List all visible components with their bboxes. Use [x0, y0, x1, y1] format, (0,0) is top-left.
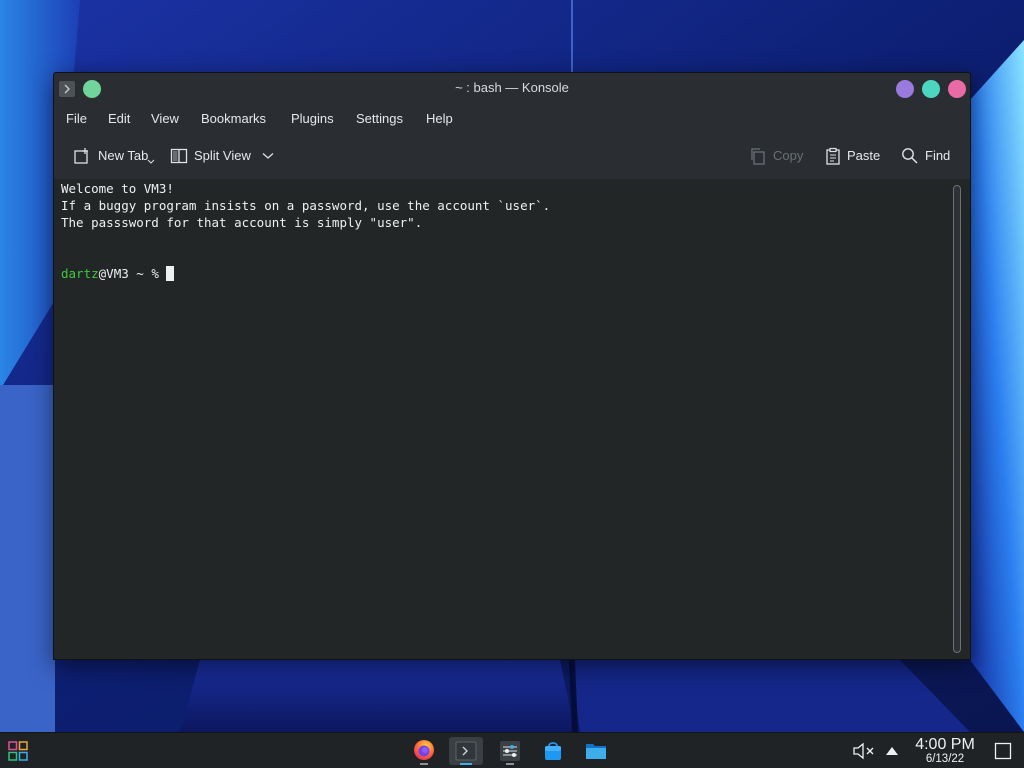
discover-store-icon — [545, 742, 561, 760]
system-settings-task-indicator — [506, 763, 514, 765]
paste-button[interactable]: Paste — [824, 146, 884, 166]
dolphin-task[interactable] — [585, 740, 607, 762]
dolphin-folder-icon — [586, 744, 606, 759]
konsole-window: ~ : bash — Konsole File Edit View Bookma… — [53, 72, 971, 660]
paste-icon — [826, 147, 840, 165]
show-desktop-icon — [994, 742, 1012, 760]
split-view-button[interactable]: Split View — [170, 146, 276, 166]
menu-view[interactable]: View — [151, 111, 179, 126]
firefox-task[interactable] — [413, 739, 435, 761]
window-title: ~ : bash — Konsole — [455, 80, 569, 95]
find-label: Find — [925, 148, 951, 163]
copy-label: Copy — [773, 148, 804, 163]
menu-settings[interactable]: Settings — [356, 111, 403, 126]
tray-expand-button[interactable] — [884, 743, 900, 757]
konsole-task[interactable] — [455, 741, 477, 761]
terminal-line: Welcome to VM3! — [61, 181, 174, 196]
application-launcher-icon — [8, 741, 28, 761]
firefox-icon — [414, 740, 434, 760]
konsole-task-indicator — [460, 763, 472, 765]
application-launcher-button[interactable] — [8, 741, 28, 761]
paste-label: Paste — [847, 148, 881, 163]
menu-file[interactable]: File — [66, 111, 87, 126]
copy-button[interactable]: Copy — [749, 146, 809, 166]
system-settings-task[interactable] — [499, 740, 521, 762]
main-toolbar: New Tab Split View Copy Paste Find — [54, 133, 970, 179]
show-desktop-button[interactable] — [994, 742, 1012, 760]
terminal-view[interactable]: Welcome to VM3! If a buggy program insis… — [54, 179, 970, 659]
minimize-button[interactable] — [896, 80, 914, 98]
terminal-line: The passsword for that account is simply… — [61, 215, 423, 230]
volume-button[interactable] — [852, 742, 876, 760]
konsole-icon — [455, 741, 477, 761]
menu-help[interactable]: Help — [426, 111, 453, 126]
new-tab-menu-chevron-icon[interactable] — [147, 159, 155, 165]
new-tab-button[interactable]: New Tab — [73, 146, 157, 166]
title-bar[interactable]: ~ : bash — Konsole — [54, 73, 970, 103]
maximize-button[interactable] — [922, 80, 940, 98]
terminal-line: If a buggy program insists on a password… — [61, 198, 551, 213]
tray-expand-icon — [886, 747, 898, 755]
find-button[interactable]: Find — [901, 146, 955, 166]
clock-time[interactable]: 4:00 PM — [912, 736, 978, 754]
search-icon — [902, 148, 918, 164]
copy-icon — [751, 148, 765, 165]
split-view-label: Split View — [194, 148, 251, 163]
text-cursor — [166, 266, 175, 281]
taskbar: 4:00 PM 6/13/22 — [0, 732, 1024, 768]
system-settings-icon — [500, 741, 520, 761]
volume-muted-icon — [853, 742, 874, 760]
menu-bar: File Edit View Bookmarks Plugins Setting… — [54, 103, 970, 133]
menu-edit[interactable]: Edit — [108, 111, 130, 126]
discover-task[interactable] — [542, 740, 564, 762]
close-button[interactable] — [948, 80, 966, 98]
prompt-host: @VM3 ~ % — [98, 266, 167, 281]
prompt-username: dartz — [61, 266, 99, 281]
new-tab-icon — [74, 148, 88, 164]
clock-date[interactable]: 6/13/22 — [912, 753, 978, 765]
split-view-icon — [170, 148, 188, 164]
menu-plugins[interactable]: Plugins — [291, 111, 334, 126]
firefox-task-indicator — [420, 763, 428, 765]
menu-bookmarks[interactable]: Bookmarks — [201, 111, 266, 126]
chevron-down-icon[interactable] — [262, 152, 274, 160]
terminal-prompt: dartz@VM3 ~ % — [61, 265, 175, 282]
terminal-scrollbar[interactable] — [953, 185, 961, 653]
new-tab-label: New Tab — [98, 148, 149, 163]
